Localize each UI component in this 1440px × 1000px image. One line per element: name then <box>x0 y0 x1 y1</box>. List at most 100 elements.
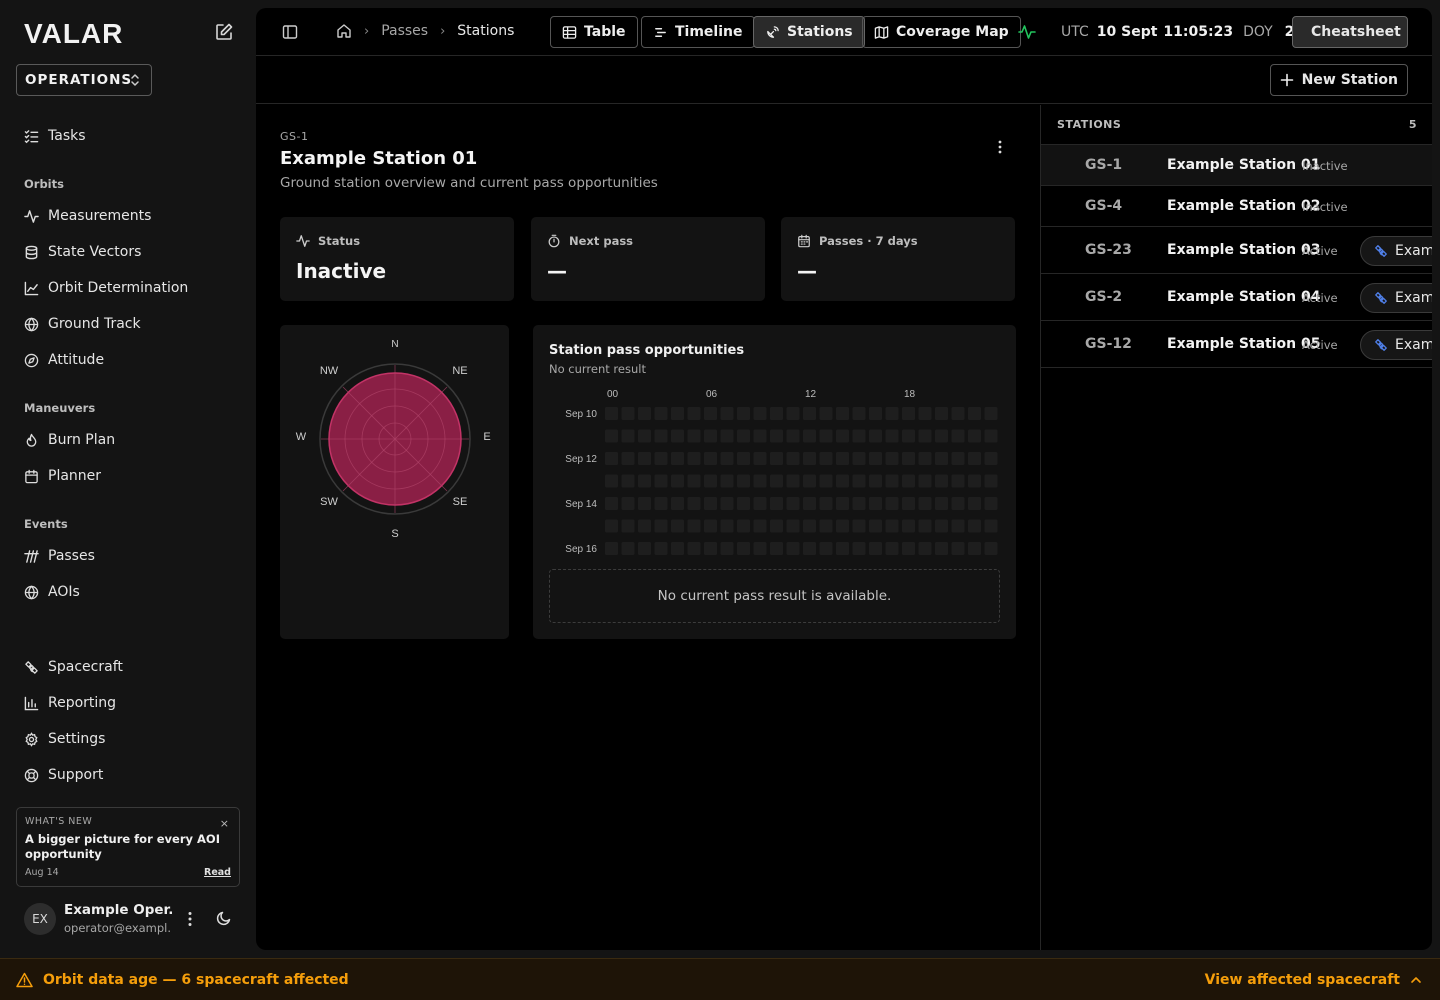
timeline-icon <box>655 27 666 37</box>
station-row[interactable]: GS-2 Example Station 04Active Examp <box>1041 274 1432 321</box>
sidebar-item-label: Settings <box>48 731 106 747</box>
heatmap-cell <box>968 407 981 420</box>
database-icon <box>25 245 38 259</box>
heatmap-cell <box>687 429 701 443</box>
heatmap-cell <box>869 474 882 488</box>
station-code: GS-1 <box>280 130 309 143</box>
compose-icon[interactable] <box>214 22 234 42</box>
station-code: GS-23 <box>1085 242 1132 258</box>
spacecraft-chip[interactable]: Examp <box>1360 330 1432 360</box>
view-timeline-button[interactable]: Timeline <box>641 16 755 48</box>
cheatsheet-button[interactable]: Cheatsheet <box>1292 16 1408 48</box>
sidebar-item-passes[interactable]: Passes <box>24 544 95 568</box>
station-row[interactable]: GS-1 Example Station 01 Inactive <box>1041 145 1432 186</box>
heatmap-cell <box>984 497 998 510</box>
sky-plot-card: N NE E SE S SW W NW <box>280 325 509 639</box>
more-vertical-icon[interactable] <box>182 910 198 928</box>
station-row[interactable]: GS-4 Example Station 02 Inactive <box>1041 186 1432 227</box>
satellite-icon <box>25 660 38 674</box>
line-chart-icon <box>24 281 39 295</box>
heatmap-cell <box>918 452 932 465</box>
sidebar-item-label: AOIs <box>48 584 80 600</box>
heatmap-cell <box>687 519 701 533</box>
user-profile[interactable]: EX Example Oper... operator@exampl... <box>24 902 244 938</box>
sidebar-item-measurements[interactable]: Measurements <box>24 204 151 228</box>
sidebar-item-label: Planner <box>48 468 102 484</box>
heatmap-cell <box>819 452 833 465</box>
heatmap-cell <box>918 519 932 533</box>
whats-new-card[interactable]: WHAT'S NEW × A bigger picture for every … <box>16 807 240 887</box>
new-station-button[interactable]: New Station <box>1269 64 1408 96</box>
chevron-right-icon: › <box>364 23 370 39</box>
heatmap-cell <box>836 452 849 465</box>
home-icon[interactable] <box>336 23 352 39</box>
heatmap-cell <box>885 542 899 555</box>
spacecraft-chip[interactable]: Examp <box>1360 283 1432 313</box>
workspace-switcher[interactable]: OPERATIONS <box>16 64 152 96</box>
sidebar-item-burn-plan[interactable]: Burn Plan <box>24 428 115 452</box>
heatmap-cell <box>638 474 651 488</box>
direction-e: E <box>483 431 490 443</box>
heatmap-cell <box>902 429 915 443</box>
heatmap-cell <box>605 407 618 420</box>
heatmap-cell <box>671 542 684 555</box>
station-row[interactable]: GS-12 Example Station 05Active Examp <box>1041 321 1432 368</box>
sidebar-item-support[interactable]: Support <box>24 763 103 787</box>
avatar: EX <box>24 903 56 935</box>
heatmap-cell <box>687 497 701 510</box>
breadcrumb-passes[interactable]: Passes <box>381 23 428 39</box>
timer-icon <box>548 234 560 248</box>
sidebar-item-orbit-determination[interactable]: Orbit Determination <box>24 276 188 300</box>
valar-logo[interactable]: VALAR <box>24 18 123 50</box>
sidebar-item-reporting[interactable]: Reporting <box>24 691 116 715</box>
station-name: Example Station 03 <box>1167 242 1321 258</box>
sidebar-item-attitude[interactable]: Attitude <box>24 348 104 372</box>
station-row[interactable]: GS-23 Example Station 03Active Examp <box>1041 227 1432 274</box>
sidebar-item-ground-track[interactable]: Ground Track <box>24 312 141 336</box>
view-coverage-map-button[interactable]: Coverage Map <box>862 16 1021 48</box>
heatmap-cell <box>786 519 800 533</box>
main-panel: › Passes › Stations Table Timeline Stati… <box>256 8 1432 950</box>
heatmap-cell <box>786 429 800 443</box>
view-stations-button[interactable]: Stations <box>753 16 865 48</box>
heatmap-cell <box>803 542 816 555</box>
sidebar-toggle-icon[interactable] <box>282 24 298 40</box>
sidebar-item-state-vectors[interactable]: State Vectors <box>24 240 141 264</box>
sidebar-item-aois[interactable]: AOIs <box>24 580 80 604</box>
whats-new-tag: WHAT'S NEW <box>25 816 93 827</box>
sidebar-item-planner[interactable]: Planner <box>24 464 101 488</box>
heatmap-cell <box>605 497 618 510</box>
heatmap-cell <box>786 407 800 420</box>
alert-action-label: View affected spacecraft <box>1204 971 1400 988</box>
heatmap-cell <box>621 452 635 465</box>
view-table-button[interactable]: Table <box>550 16 638 48</box>
sidebar-item-label: Reporting <box>48 695 117 711</box>
view-label: Timeline <box>675 24 743 40</box>
close-icon[interactable]: × <box>220 817 229 830</box>
heatmap-cell <box>885 474 899 488</box>
direction-se: SE <box>453 496 468 508</box>
app: VALAR OPERATIONS Tasks Orbits Measuremen… <box>0 0 1440 1000</box>
heatmap-cell <box>984 474 998 488</box>
heatmap-cell <box>737 519 750 533</box>
heatmap-cell <box>720 474 734 488</box>
heatmap-cell <box>605 542 618 555</box>
view-affected-spacecraft-link[interactable]: View affected spacecraft <box>1205 972 1422 988</box>
heatmap-cell <box>852 429 866 443</box>
workspace-label: OPERATIONS <box>25 72 133 88</box>
sidebar-item-tasks[interactable]: Tasks <box>24 124 86 148</box>
station-status: Active <box>1302 338 1338 352</box>
sidebar-item-settings[interactable]: Settings <box>24 727 105 751</box>
sidebar-item-spacecraft[interactable]: Spacecraft <box>24 655 123 679</box>
moon-icon[interactable] <box>216 910 232 926</box>
heatmap-cell <box>935 429 948 443</box>
heatmap-cell <box>803 429 816 443</box>
more-vertical-icon[interactable] <box>994 138 1006 156</box>
heatmap-cell <box>770 429 783 443</box>
breadcrumb-stations[interactable]: Stations <box>457 23 514 39</box>
heatmap-cell <box>951 497 965 510</box>
heatmap-cell <box>621 407 635 420</box>
heatmap-cell <box>770 474 783 488</box>
whats-new-read-link[interactable]: Read <box>204 867 231 878</box>
spacecraft-chip[interactable]: Examp <box>1360 236 1432 266</box>
